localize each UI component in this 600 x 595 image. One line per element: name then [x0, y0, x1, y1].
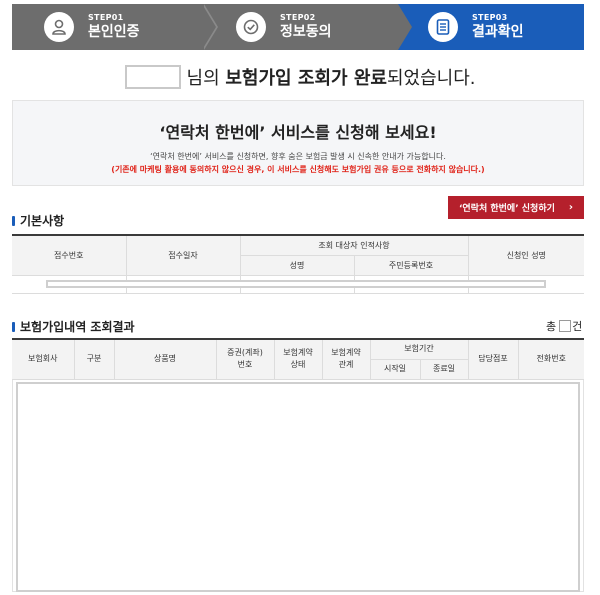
result-suffix: 되었습니다.: [386, 68, 476, 89]
apply-button-label: ‘연락처 한번에’ 신청하기: [458, 204, 555, 214]
col-phone: 전화번호: [517, 338, 584, 380]
step-2: STEP02 정보동의: [202, 4, 412, 50]
col-subject-info: 조회 대상자 인적사항: [239, 234, 469, 256]
basic-info-value-field: [46, 280, 546, 288]
result-suffix: 님의: [186, 68, 220, 89]
result-highlight: 보험가입 조회가 완료: [225, 68, 387, 89]
apply-contact-service-button[interactable]: ‘연락처 한번에’ 신청하기 ›: [448, 196, 584, 219]
document-icon: [428, 12, 458, 42]
section-title: 보험가입내역 조회결과: [20, 320, 135, 334]
banner-description: ‘연락처 한번에’ 서비스를 신청하면, 향후 숨은 보험금 발생 시 신속한 …: [150, 152, 446, 161]
col-policy-no: 증권(계좌) 번호: [215, 338, 275, 380]
col-end-date: 종료일: [419, 358, 468, 380]
col-product: 상품명: [113, 338, 217, 380]
col-category: 구분: [73, 338, 115, 380]
header-line: 보험계약: [283, 348, 313, 358]
person-icon: [44, 12, 74, 42]
col-company: 보험회사: [12, 338, 75, 380]
step-name: 정보동의: [280, 24, 332, 40]
section-marker: [12, 215, 15, 226]
total-unit: 건: [572, 320, 583, 333]
insurance-result-list: [16, 382, 580, 592]
section-title: 기본사항: [20, 214, 65, 228]
col-branch: 담당점포: [467, 338, 519, 380]
col-rrn: 주민등록번호: [353, 254, 468, 276]
col-applicant: 신청인 성명: [467, 234, 584, 276]
section-marker: [12, 321, 15, 332]
col-contract-relation: 보험계약관계: [321, 338, 371, 380]
header-line: 보험계약: [331, 348, 361, 358]
check-circle-icon: [236, 12, 266, 42]
insurance-result-table: 보험회사 구분 상품명 증권(계좌) 번호 보험계약 상태 보험계약 관계 보험기간 …: [12, 338, 584, 380]
col-contract-status: 보험계약상태: [273, 338, 323, 380]
banner-title: ‘연락처 한번에’ 서비스를 신청해 보세요!: [159, 123, 437, 142]
step-1: STEP01 본인인증: [12, 4, 218, 50]
step-divider: [398, 4, 412, 50]
header-line: 번호: [237, 360, 253, 370]
step-number: STEP02: [280, 13, 316, 22]
col-receipt-no: 접수번호: [12, 234, 127, 276]
step-divider: [202, 4, 216, 50]
step-name: 본인인증: [88, 24, 140, 40]
total-count-value: [559, 320, 572, 332]
result-title: 님의 보험가입 조회가 완료 되었습니다.: [0, 62, 600, 92]
insurance-result-heading: 보험가입내역 조회결과: [12, 318, 135, 335]
col-name: 성명: [240, 254, 355, 276]
header-line: 상태: [290, 360, 306, 370]
contact-service-banner: ‘연락처 한번에’ 서비스를 신청해 보세요! ‘연락처 한번에’ 서비스를 신…: [12, 100, 584, 186]
step-number: STEP03: [472, 13, 508, 22]
step-name: 결과확인: [472, 24, 524, 40]
col-receipt-date: 접수일자: [125, 234, 241, 276]
header-line: 관계: [338, 360, 354, 370]
col-period: 보험기간: [369, 338, 469, 360]
total-count: 총 건: [546, 318, 582, 334]
step-progress-bar: STEP01 본인인증 STEP02 정보동의 STEP03 결과확인: [12, 4, 584, 50]
step-3-active: STEP03 결과확인: [398, 4, 584, 50]
basic-info-heading: 기본사항: [12, 212, 64, 229]
total-label: 총: [546, 320, 557, 333]
col-start-date: 시작일: [370, 358, 421, 380]
step-number: STEP01: [88, 13, 124, 22]
user-name-field: [124, 65, 181, 89]
banner-warning: (기존에 마케팅 활용에 동의하지 않으신 경우, 이 서비스를 신청해도 보험…: [111, 165, 485, 174]
chevron-right-icon: ›: [568, 202, 574, 213]
header-line: 증권(계좌): [227, 348, 263, 358]
